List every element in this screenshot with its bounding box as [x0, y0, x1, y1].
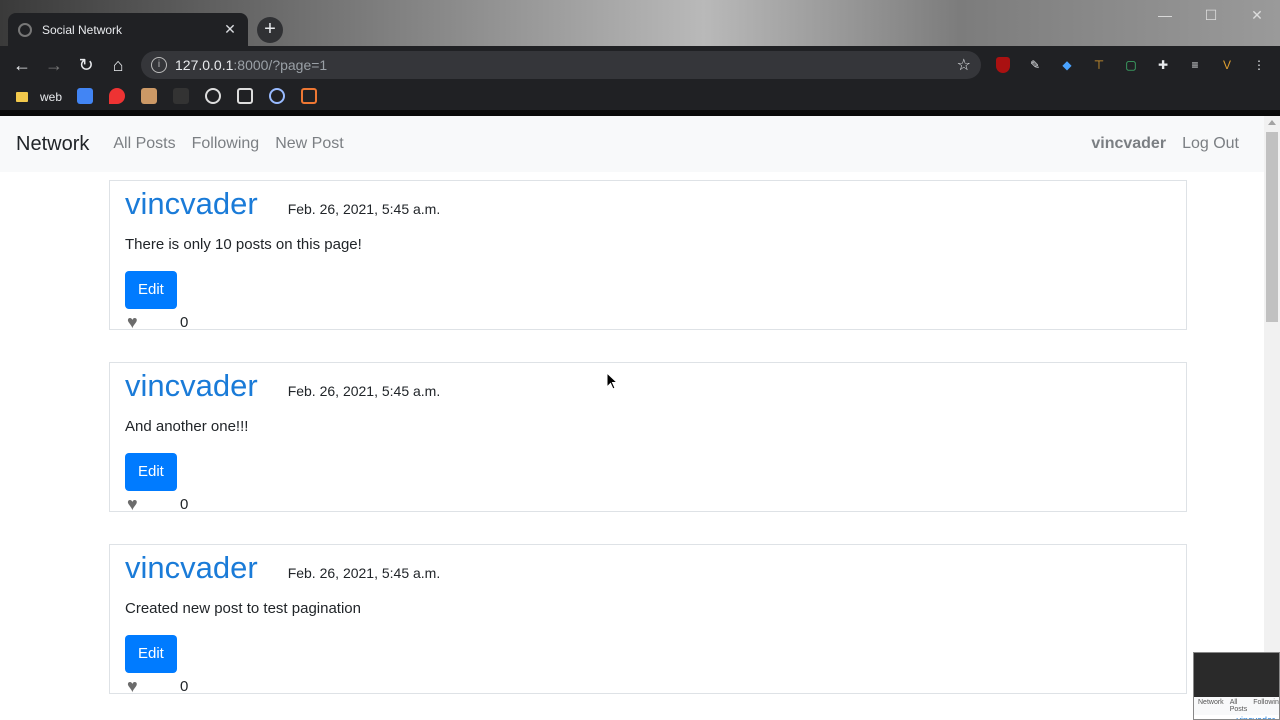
url-host: 127.0.0.1	[175, 57, 234, 73]
bookmark-icon[interactable]	[141, 88, 157, 104]
edit-button[interactable]: Edit	[125, 271, 177, 309]
bookmark-folder[interactable]: web	[16, 88, 62, 106]
globe-icon	[18, 22, 32, 37]
github-icon[interactable]	[205, 88, 221, 104]
pick-icon[interactable]: ⊤	[1088, 54, 1110, 76]
maps-icon[interactable]	[109, 88, 125, 104]
post-date: Feb. 26, 2021, 5:45 a.m.	[287, 565, 441, 581]
post-card: vincvader Feb. 26, 2021, 5:45 a.m. And a…	[109, 362, 1187, 515]
profile-icon[interactable]: V	[1216, 54, 1238, 76]
post-author[interactable]: vincvader	[125, 184, 258, 224]
reload-icon[interactable]: ↻	[75, 54, 97, 76]
edit-button[interactable]: Edit	[125, 635, 177, 673]
tab-close-icon[interactable]: ✕	[222, 21, 238, 38]
bookmarks-bar: web	[0, 84, 1280, 110]
scroll-up-icon[interactable]	[1268, 120, 1276, 125]
nav-following[interactable]: Following	[192, 135, 260, 153]
post-content: And another one!!!	[125, 418, 249, 435]
bookmark-icon[interactable]	[301, 88, 317, 104]
new-tab-button[interactable]: +	[257, 17, 283, 43]
menu-icon[interactable]: ⋮	[1248, 54, 1270, 76]
post-date: Feb. 26, 2021, 5:45 a.m.	[287, 383, 441, 399]
heart-icon[interactable]: ♥	[127, 312, 149, 333]
media-icon[interactable]: ≡	[1184, 54, 1206, 76]
thumbnail-nav: Network All Posts Following	[1194, 697, 1279, 715]
page-scrollbar[interactable]	[1264, 116, 1280, 720]
folder-icon	[16, 92, 28, 102]
browser-tab[interactable]: Social Network ✕	[8, 13, 248, 46]
post-author[interactable]: vincvader	[125, 548, 258, 588]
bookmark-icon[interactable]	[173, 88, 189, 104]
bookmark-label: web	[40, 90, 63, 104]
site-info-icon[interactable]: i	[151, 57, 167, 73]
post-date: Feb. 26, 2021, 5:45 a.m.	[287, 201, 441, 217]
heart-icon[interactable]: ♥	[127, 676, 149, 697]
thumbnail-nav-item: All Posts	[1229, 699, 1248, 713]
thumbnail-nav-item: Following	[1253, 699, 1280, 706]
frame-icon[interactable]: ▢	[1120, 54, 1142, 76]
site-navbar: Network All Posts Following New Post vin…	[0, 116, 1264, 172]
thumbnail-nav-item: Network	[1198, 699, 1224, 706]
brand-link[interactable]: Network	[16, 133, 89, 156]
bookmark-icon[interactable]	[237, 88, 253, 104]
bookmark-icon[interactable]	[269, 88, 285, 104]
gem-icon[interactable]: ◆	[1056, 54, 1078, 76]
translate-icon[interactable]	[77, 88, 93, 104]
nav-new-post[interactable]: New Post	[275, 135, 343, 153]
post-card: vincvader Feb. 26, 2021, 5:45 a.m. Creat…	[109, 544, 1187, 697]
logout-link[interactable]: Log Out	[1182, 135, 1239, 153]
nav-all-posts[interactable]: All Posts	[113, 135, 175, 153]
like-count: 0	[180, 495, 189, 513]
home-icon[interactable]: ⌂	[107, 54, 129, 76]
like-count: 0	[180, 677, 189, 695]
browser-toolbar: ← → ↻ ⌂ i 127.0.0.1:8000/?page=1 ☆ ✎ ◆ ⊤…	[0, 46, 1280, 84]
extension-icon[interactable]: ✎	[1024, 54, 1046, 76]
ublock-icon[interactable]	[992, 54, 1014, 76]
web-page: Network All Posts Following New Post vin…	[0, 116, 1264, 720]
post-content: Created new post to test pagination	[125, 600, 361, 617]
edit-button[interactable]: Edit	[125, 453, 177, 491]
like-count: 0	[180, 313, 189, 331]
close-window-icon[interactable]: ✕	[1234, 0, 1280, 30]
forward-icon[interactable]: →	[43, 54, 65, 76]
window-controls: — ☐ ✕	[1142, 0, 1280, 30]
scroll-thumb[interactable]	[1266, 132, 1278, 322]
nav-username[interactable]: vincvader	[1091, 135, 1166, 153]
window-preview-thumbnail[interactable]: Network All Posts Following vincvader	[1193, 652, 1280, 720]
post-content: There is only 10 posts on this page!	[125, 236, 362, 253]
address-bar[interactable]: i 127.0.0.1:8000/?page=1 ☆	[141, 51, 981, 79]
back-icon[interactable]: ←	[11, 54, 33, 76]
puzzle-icon[interactable]: ✚	[1152, 54, 1174, 76]
tab-title: Social Network	[42, 22, 123, 37]
maximize-icon[interactable]: ☐	[1188, 0, 1234, 30]
post-author[interactable]: vincvader	[125, 366, 258, 406]
browser-chrome: Social Network ✕ + — ☐ ✕ ← → ↻ ⌂ i 127.0…	[0, 0, 1280, 116]
minimize-icon[interactable]: —	[1142, 0, 1188, 30]
tab-strip: Social Network ✕ + — ☐ ✕	[0, 0, 1280, 46]
thumbnail-chrome	[1194, 653, 1279, 697]
thumbnail-username: vincvader	[1236, 715, 1275, 720]
post-card: vincvader Feb. 26, 2021, 5:45 a.m. There…	[109, 180, 1187, 333]
extensions-area: ✎ ◆ ⊤ ▢ ✚ ≡ V ⋮	[992, 54, 1270, 76]
bookmark-star-icon[interactable]: ☆	[957, 55, 971, 75]
nav-user-area: vincvader Log Out	[1091, 135, 1248, 153]
mouse-cursor-icon	[606, 372, 618, 390]
url-path: :8000/?page=1	[233, 57, 328, 73]
heart-icon[interactable]: ♥	[127, 494, 149, 515]
